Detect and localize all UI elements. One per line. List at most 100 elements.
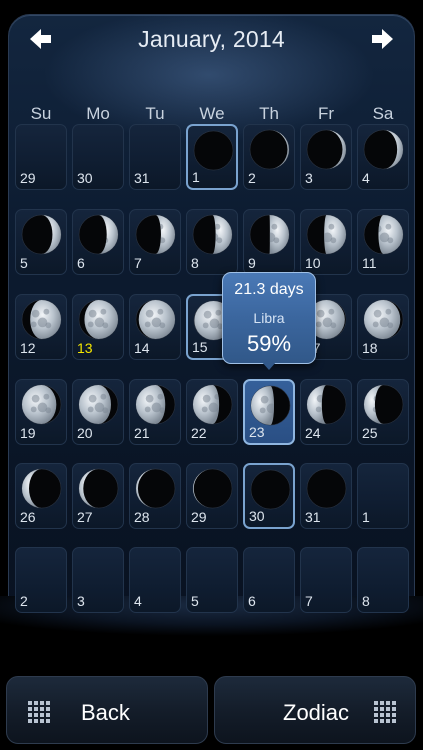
day-cell[interactable]: 29 <box>186 463 238 529</box>
moon-phase-icon <box>249 214 290 255</box>
moon-phase-icon <box>78 299 119 340</box>
moon-phase-icon <box>192 468 233 509</box>
day-cell[interactable]: 4 <box>357 124 409 190</box>
day-number: 8 <box>191 255 199 271</box>
day-cell[interactable]: 3 <box>72 547 124 613</box>
day-number: 11 <box>362 255 377 271</box>
moon-phase-icon <box>21 468 62 509</box>
moon-phase-icon <box>78 214 119 255</box>
moon-phase-icon <box>250 469 291 510</box>
day-number: 2 <box>20 593 28 609</box>
day-number: 5 <box>191 593 199 609</box>
day-number: 30 <box>77 170 93 186</box>
day-number: 19 <box>20 425 36 441</box>
day-number: 12 <box>20 340 36 356</box>
day-number: 6 <box>77 255 85 271</box>
moon-phase-icon <box>21 384 62 425</box>
day-number: 18 <box>362 340 378 356</box>
day-cell[interactable]: 30 <box>243 463 295 529</box>
day-cell[interactable]: 1 <box>357 463 409 529</box>
day-number: 3 <box>305 170 313 186</box>
moon-phase-icon <box>78 384 119 425</box>
back-label: Back <box>81 700 130 725</box>
moon-phase-icon <box>306 129 347 170</box>
day-number: 29 <box>191 509 207 525</box>
back-button[interactable]: Back <box>6 676 208 744</box>
day-number: 15 <box>192 339 208 355</box>
moon-phase-icon <box>193 130 234 171</box>
moon-phase-icon <box>78 468 119 509</box>
day-number: 1 <box>362 509 370 525</box>
day-number: 2 <box>248 170 256 186</box>
day-cell[interactable]: 26 <box>15 463 67 529</box>
day-cell[interactable]: 3 <box>300 124 352 190</box>
moon-phase-icon <box>250 385 291 426</box>
day-number: 10 <box>305 255 321 271</box>
day-cell[interactable]: 6 <box>243 547 295 613</box>
day-cell[interactable]: 23 <box>243 379 295 445</box>
day-number: 7 <box>305 593 313 609</box>
day-cell[interactable]: 30 <box>72 124 124 190</box>
day-cell[interactable]: 24 <box>300 379 352 445</box>
day-cell[interactable]: 27 <box>72 463 124 529</box>
moon-age: 21.3 days <box>234 281 304 298</box>
day-cell[interactable]: 13 <box>72 294 124 360</box>
moon-phase-icon <box>192 384 233 425</box>
grid-dots-icon <box>28 701 50 723</box>
day-cell[interactable]: 9 <box>243 209 295 275</box>
day-cell[interactable]: 12 <box>15 294 67 360</box>
day-number: 29 <box>20 170 36 186</box>
zodiac-button[interactable]: Zodiac <box>214 676 416 744</box>
day-cell[interactable]: 20 <box>72 379 124 445</box>
day-number: 4 <box>362 170 370 186</box>
day-cell[interactable]: 18 <box>357 294 409 360</box>
day-cell[interactable]: 5 <box>15 209 67 275</box>
day-number: 31 <box>305 509 321 525</box>
day-number: 9 <box>248 255 256 271</box>
illumination-percent: 59% <box>246 331 292 356</box>
day-number: 20 <box>77 425 93 441</box>
day-cell[interactable]: 7 <box>129 209 181 275</box>
grid-dots-icon <box>374 701 396 723</box>
day-cell[interactable]: 10 <box>300 209 352 275</box>
moon-phase-icon <box>363 214 404 255</box>
day-cell[interactable]: 11 <box>357 209 409 275</box>
day-cell[interactable]: 14 <box>129 294 181 360</box>
moon-phase-icon <box>249 129 290 170</box>
moon-phase-icon <box>135 214 176 255</box>
day-cell[interactable]: 31 <box>129 124 181 190</box>
day-cell[interactable]: 22 <box>186 379 238 445</box>
moon-phase-icon <box>306 214 347 255</box>
moon-phase-icon <box>306 468 347 509</box>
day-cell[interactable]: 1 <box>186 124 238 190</box>
popup-pointer <box>261 361 277 370</box>
day-cell[interactable]: 5 <box>186 547 238 613</box>
moon-phase-icon <box>21 214 62 255</box>
moon-phase-icon <box>135 468 176 509</box>
day-cell[interactable]: 2 <box>15 547 67 613</box>
day-cell[interactable]: 21 <box>129 379 181 445</box>
day-cell[interactable]: 6 <box>72 209 124 275</box>
day-number: 1 <box>192 169 200 185</box>
day-number: 3 <box>77 593 85 609</box>
day-cell[interactable]: 8 <box>357 547 409 613</box>
day-number: 5 <box>20 255 28 271</box>
day-cell[interactable]: 31 <box>300 463 352 529</box>
day-cell[interactable]: 2 <box>243 124 295 190</box>
day-cell[interactable]: 28 <box>129 463 181 529</box>
day-cell[interactable]: 8 <box>186 209 238 275</box>
day-cell[interactable]: 19 <box>15 379 67 445</box>
day-cell[interactable]: 25 <box>357 379 409 445</box>
day-number: 23 <box>249 424 265 440</box>
day-cell[interactable]: 7 <box>300 547 352 613</box>
day-cell[interactable]: 4 <box>129 547 181 613</box>
day-number: 31 <box>134 170 150 186</box>
zodiac-sign: Libra <box>253 310 285 326</box>
zodiac-label: Zodiac <box>283 700 350 725</box>
moon-phase-icon <box>363 299 404 340</box>
day-cell[interactable]: 29 <box>15 124 67 190</box>
day-number: 28 <box>134 509 150 525</box>
moon-phase-icon <box>192 214 233 255</box>
day-number: 21 <box>134 425 150 441</box>
moon-phase-icon <box>363 384 404 425</box>
